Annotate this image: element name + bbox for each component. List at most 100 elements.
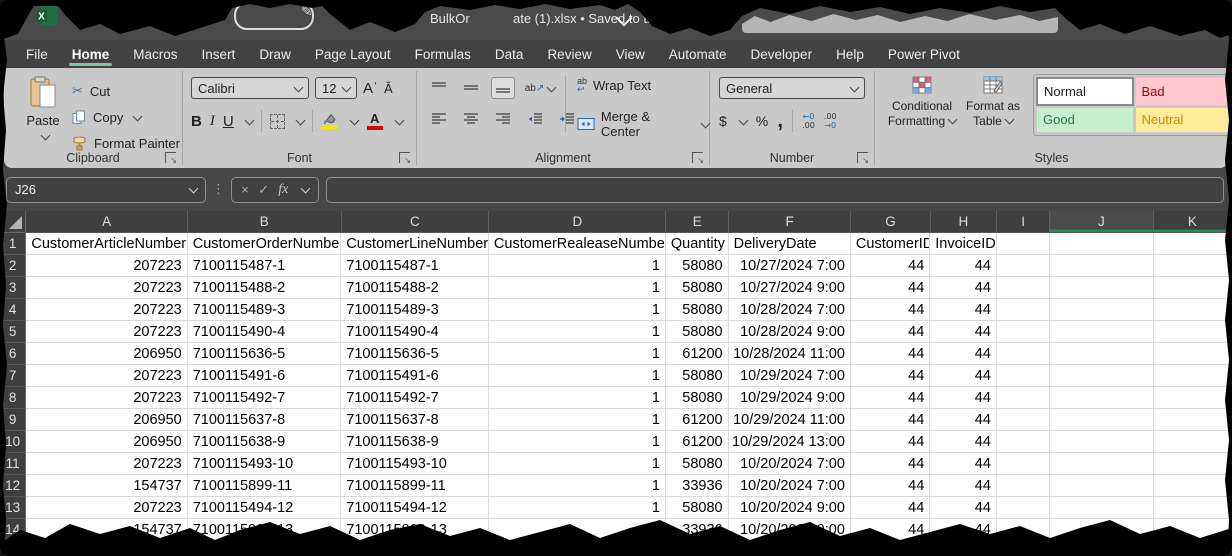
top-align-button[interactable]	[427, 77, 451, 99]
cell[interactable]	[1154, 409, 1232, 431]
cell[interactable]: 207223	[26, 321, 187, 343]
cell[interactable]: 58080	[666, 365, 729, 387]
cell[interactable]	[1050, 299, 1154, 321]
increase-decimal-button[interactable]: ←0.00	[802, 112, 815, 130]
column-header-C[interactable]: C	[342, 211, 490, 233]
cell-style-bad[interactable]: Bad	[1136, 78, 1232, 105]
font-color-button[interactable]: A	[366, 113, 384, 130]
tab-help[interactable]: Help	[824, 40, 876, 68]
cell[interactable]: 33936	[666, 475, 729, 497]
cell[interactable]: 7100115489-3	[188, 299, 342, 321]
cell[interactable]	[1050, 277, 1154, 299]
cell[interactable]: 44	[851, 453, 930, 475]
cell[interactable]: 58080	[666, 299, 729, 321]
cell[interactable]	[997, 431, 1050, 453]
formula-input[interactable]	[326, 177, 1224, 203]
cell[interactable]: 1	[489, 277, 666, 299]
cell[interactable]: 7100115492-7	[188, 387, 342, 409]
cell[interactable]	[997, 233, 1050, 255]
cell[interactable]: 44	[851, 277, 930, 299]
cell-style-good[interactable]: Good	[1037, 108, 1133, 133]
cell[interactable]: 10/28/2024 9:00	[729, 321, 851, 343]
cell[interactable]	[1050, 453, 1154, 475]
cell[interactable]: InvoiceID	[930, 233, 997, 255]
cell[interactable]	[1154, 321, 1232, 343]
cell[interactable]: Quantity	[666, 233, 729, 255]
cell[interactable]: 58080	[666, 453, 729, 475]
cell[interactable]: 207223	[26, 299, 187, 321]
cell[interactable]: 7100115636-5	[341, 343, 489, 365]
cell[interactable]: 44	[930, 299, 997, 321]
cell[interactable]: 7100115637-8	[188, 409, 342, 431]
cell[interactable]: 10/20/2024 7:00	[729, 475, 851, 497]
cell[interactable]: 7100115491-6	[188, 365, 342, 387]
cell[interactable]	[997, 343, 1050, 365]
decrease-font-size-button[interactable]: Ǎ	[384, 81, 393, 96]
orientation-button[interactable]: ab↗	[523, 77, 557, 99]
cell[interactable]: 58080	[666, 387, 729, 409]
cell[interactable]: 61200	[666, 431, 729, 453]
cell[interactable]: 7100115488-2	[188, 277, 342, 299]
alignment-dialog-launcher[interactable]	[692, 152, 703, 163]
cell[interactable]: 7100115487-1	[188, 255, 342, 277]
bottom-align-button[interactable]	[491, 77, 515, 99]
cell[interactable]: 10/27/2024 7:00	[729, 255, 851, 277]
cell[interactable]: 7100115493-10	[188, 453, 342, 475]
cell[interactable]	[1050, 255, 1154, 277]
cell[interactable]: 7100115490-4	[341, 321, 489, 343]
cell[interactable]	[1050, 365, 1154, 387]
cell[interactable]: 7100115638-9	[341, 431, 489, 453]
number-format-combo[interactable]: General	[719, 77, 865, 99]
cell[interactable]	[1050, 497, 1154, 519]
tab-automate[interactable]: Automate	[657, 40, 739, 68]
column-header-G[interactable]: G	[851, 211, 930, 233]
tab-draw[interactable]: Draw	[247, 40, 303, 68]
cell[interactable]: CustomerLineNumber	[341, 233, 489, 255]
column-header-B[interactable]: B	[188, 211, 342, 233]
cell[interactable]: 1	[489, 299, 666, 321]
right-align-button[interactable]	[491, 108, 515, 130]
cell[interactable]: 7100115489-3	[341, 299, 489, 321]
cell[interactable]: 58080	[666, 497, 729, 519]
cell[interactable]: 10/29/2024 9:00	[729, 387, 851, 409]
cell[interactable]	[997, 277, 1050, 299]
cell[interactable]: 7100115487-1	[341, 255, 489, 277]
cut-button[interactable]: ✂ Cut	[72, 78, 180, 104]
cell[interactable]	[1050, 343, 1154, 365]
underline-button[interactable]: U	[223, 113, 234, 130]
cell[interactable]: 1	[489, 453, 666, 475]
cell[interactable]: 207223	[26, 453, 187, 475]
cell[interactable]: 7100115490-4	[188, 321, 342, 343]
cell[interactable]: 10/29/2024 13:00	[729, 431, 851, 453]
cell[interactable]: 207223	[26, 277, 187, 299]
cell[interactable]: 7100115491-6	[341, 365, 489, 387]
cell[interactable]	[1154, 299, 1232, 321]
cell[interactable]: 44	[851, 365, 930, 387]
cell[interactable]	[1050, 475, 1154, 497]
cell[interactable]: 61200	[666, 343, 729, 365]
font-size-combo[interactable]: 12	[315, 77, 357, 99]
tab-power-pivot[interactable]: Power Pivot	[876, 40, 972, 68]
cell[interactable]	[997, 299, 1050, 321]
cell[interactable]	[1154, 343, 1232, 365]
conditional-formatting-button[interactable]: Conditional Formatting	[887, 76, 957, 129]
copy-button[interactable]: Copy	[72, 104, 180, 130]
row-number[interactable]: 12	[0, 475, 26, 497]
cell-style-normal[interactable]: Normal	[1037, 78, 1133, 105]
increase-indent-button[interactable]	[555, 108, 579, 130]
cell[interactable]: 44	[930, 475, 997, 497]
tab-home[interactable]: Home	[60, 40, 122, 68]
cell[interactable]: 7100115899-11	[341, 475, 489, 497]
cell[interactable]: 206950	[26, 431, 187, 453]
cell[interactable]	[997, 409, 1050, 431]
clipboard-dialog-launcher[interactable]	[165, 152, 176, 163]
cell[interactable]: 1	[489, 343, 666, 365]
cell[interactable]: 207223	[26, 497, 187, 519]
cell[interactable]: CustomerID	[851, 233, 930, 255]
cell[interactable]: 1	[489, 365, 666, 387]
cell[interactable]	[1050, 409, 1154, 431]
cell[interactable]: 44	[930, 343, 997, 365]
enter-check-icon[interactable]: ✓	[258, 182, 269, 198]
font-name-combo[interactable]: Calibri	[191, 77, 309, 99]
cell[interactable]: 44	[930, 387, 997, 409]
